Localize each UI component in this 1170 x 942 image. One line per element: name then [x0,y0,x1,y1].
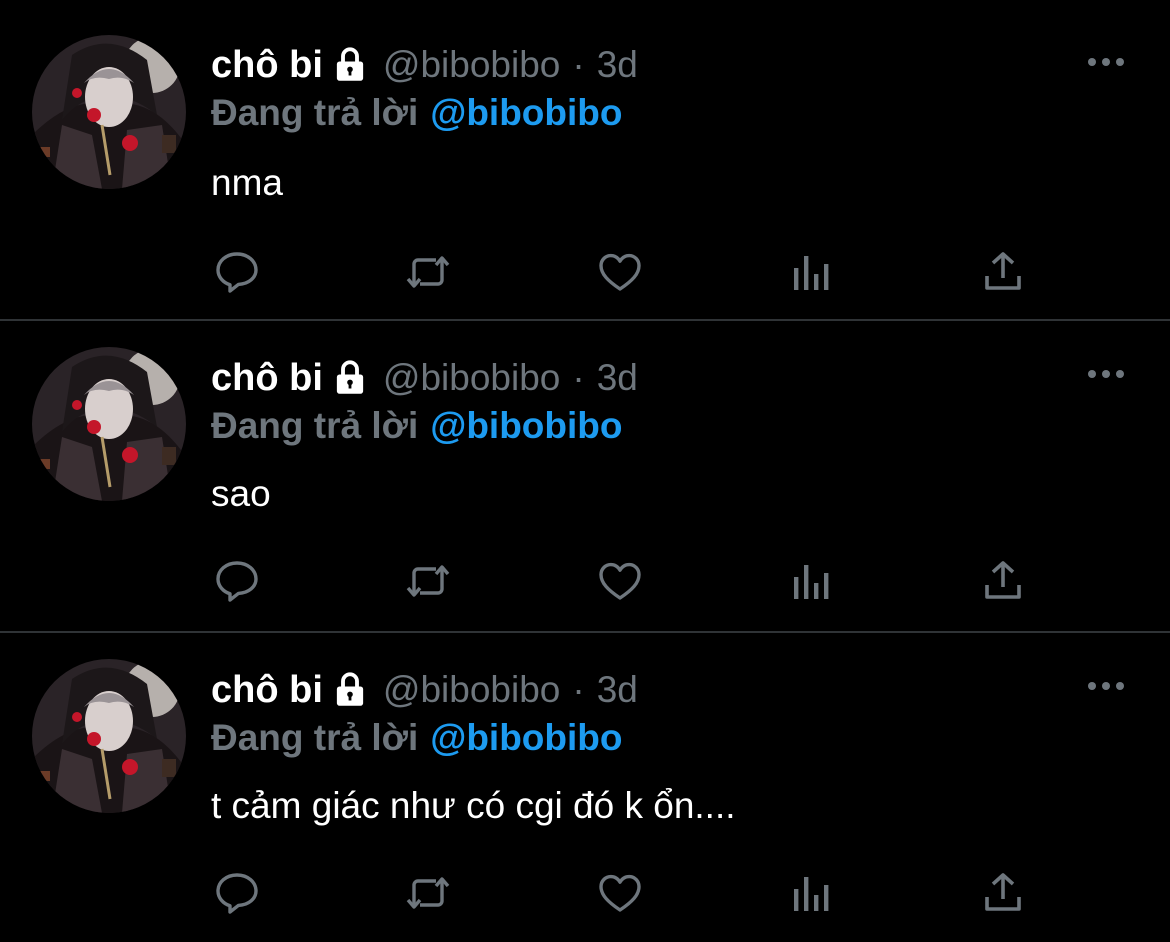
tweet-header: chô bi @bibobibo · 3d [211,665,638,715]
replying-to: Đang trả lời @bibobibo [211,88,622,138]
analytics-button[interactable] [784,244,840,300]
tweet-header: chô bi @bibobibo · 3d [211,40,638,90]
replying-to: Đang trả lời @bibobibo [211,401,622,451]
analytics-button[interactable] [784,553,840,609]
reply-icon [213,248,261,296]
separator-dot: · [572,669,585,710]
retweet-icon [404,557,452,605]
separator-dot: · [572,357,585,398]
tweet[interactable]: chô bi @bibobibo · 3d Đang trả lời @bibo… [0,321,1170,633]
action-bar [0,865,1170,921]
timestamp[interactable]: 3d [597,44,638,86]
lock-icon [329,669,371,711]
replying-to-link[interactable]: @bibobibo [430,405,622,447]
replying-label: Đang trả lời [211,92,419,133]
retweet-button[interactable] [400,865,456,921]
avatar[interactable] [32,35,186,189]
lock-icon [329,357,371,399]
replying-label: Đang trả lời [211,405,419,446]
action-bar [0,244,1170,300]
tweet-text: t cảm giác như có cgi đó k ổn.... [211,785,736,826]
retweet-icon [404,869,452,917]
more-icon[interactable] [1082,362,1130,386]
more-icon[interactable] [1082,674,1130,698]
separator-dot: · [572,44,585,85]
avatar-image [32,659,186,813]
share-icon [979,248,1027,296]
analytics-button[interactable] [784,865,840,921]
replying-to: Đang trả lời @bibobibo [211,713,622,763]
user-handle[interactable]: @bibobibo [383,44,560,86]
display-name[interactable]: chô bi [211,44,323,87]
replying-to-link[interactable]: @bibobibo [430,92,622,134]
avatar-image [32,347,186,501]
replying-label: Đang trả lời [211,717,419,758]
like-icon [596,557,644,605]
tweet-header: chô bi @bibobibo · 3d [211,353,638,403]
like-button[interactable] [592,865,648,921]
like-icon [596,869,644,917]
avatar[interactable] [32,659,186,813]
like-icon [596,248,644,296]
timestamp[interactable]: 3d [597,357,638,399]
reply-icon [213,557,261,605]
replying-to-link[interactable]: @bibobibo [430,717,622,759]
analytics-icon [788,557,836,605]
avatar-image [32,35,186,189]
retweet-button[interactable] [400,553,456,609]
retweet-icon [404,248,452,296]
share-icon [979,869,1027,917]
display-name[interactable]: chô bi [211,357,323,400]
more-icon[interactable] [1082,50,1130,74]
action-bar [0,553,1170,609]
analytics-icon [788,248,836,296]
share-button[interactable] [975,244,1031,300]
tweet-text: nma [211,162,283,203]
tweet[interactable]: chô bi @bibobibo · 3d Đang trả lời @bibo… [0,633,1170,942]
tweet-text: sao [211,473,271,514]
like-button[interactable] [592,553,648,609]
user-handle[interactable]: @bibobibo [383,357,560,399]
retweet-button[interactable] [400,244,456,300]
tweet[interactable]: chô bi @bibobibo · 3d Đang trả lời @bibo… [0,0,1170,321]
avatar[interactable] [32,347,186,501]
user-handle[interactable]: @bibobibo [383,669,560,711]
reply-button[interactable] [209,244,265,300]
lock-icon [329,44,371,86]
reply-icon [213,869,261,917]
share-button[interactable] [975,865,1031,921]
timestamp[interactable]: 3d [597,669,638,711]
reply-button[interactable] [209,865,265,921]
reply-button[interactable] [209,553,265,609]
display-name[interactable]: chô bi [211,669,323,712]
analytics-icon [788,869,836,917]
share-button[interactable] [975,553,1031,609]
like-button[interactable] [592,244,648,300]
share-icon [979,557,1027,605]
